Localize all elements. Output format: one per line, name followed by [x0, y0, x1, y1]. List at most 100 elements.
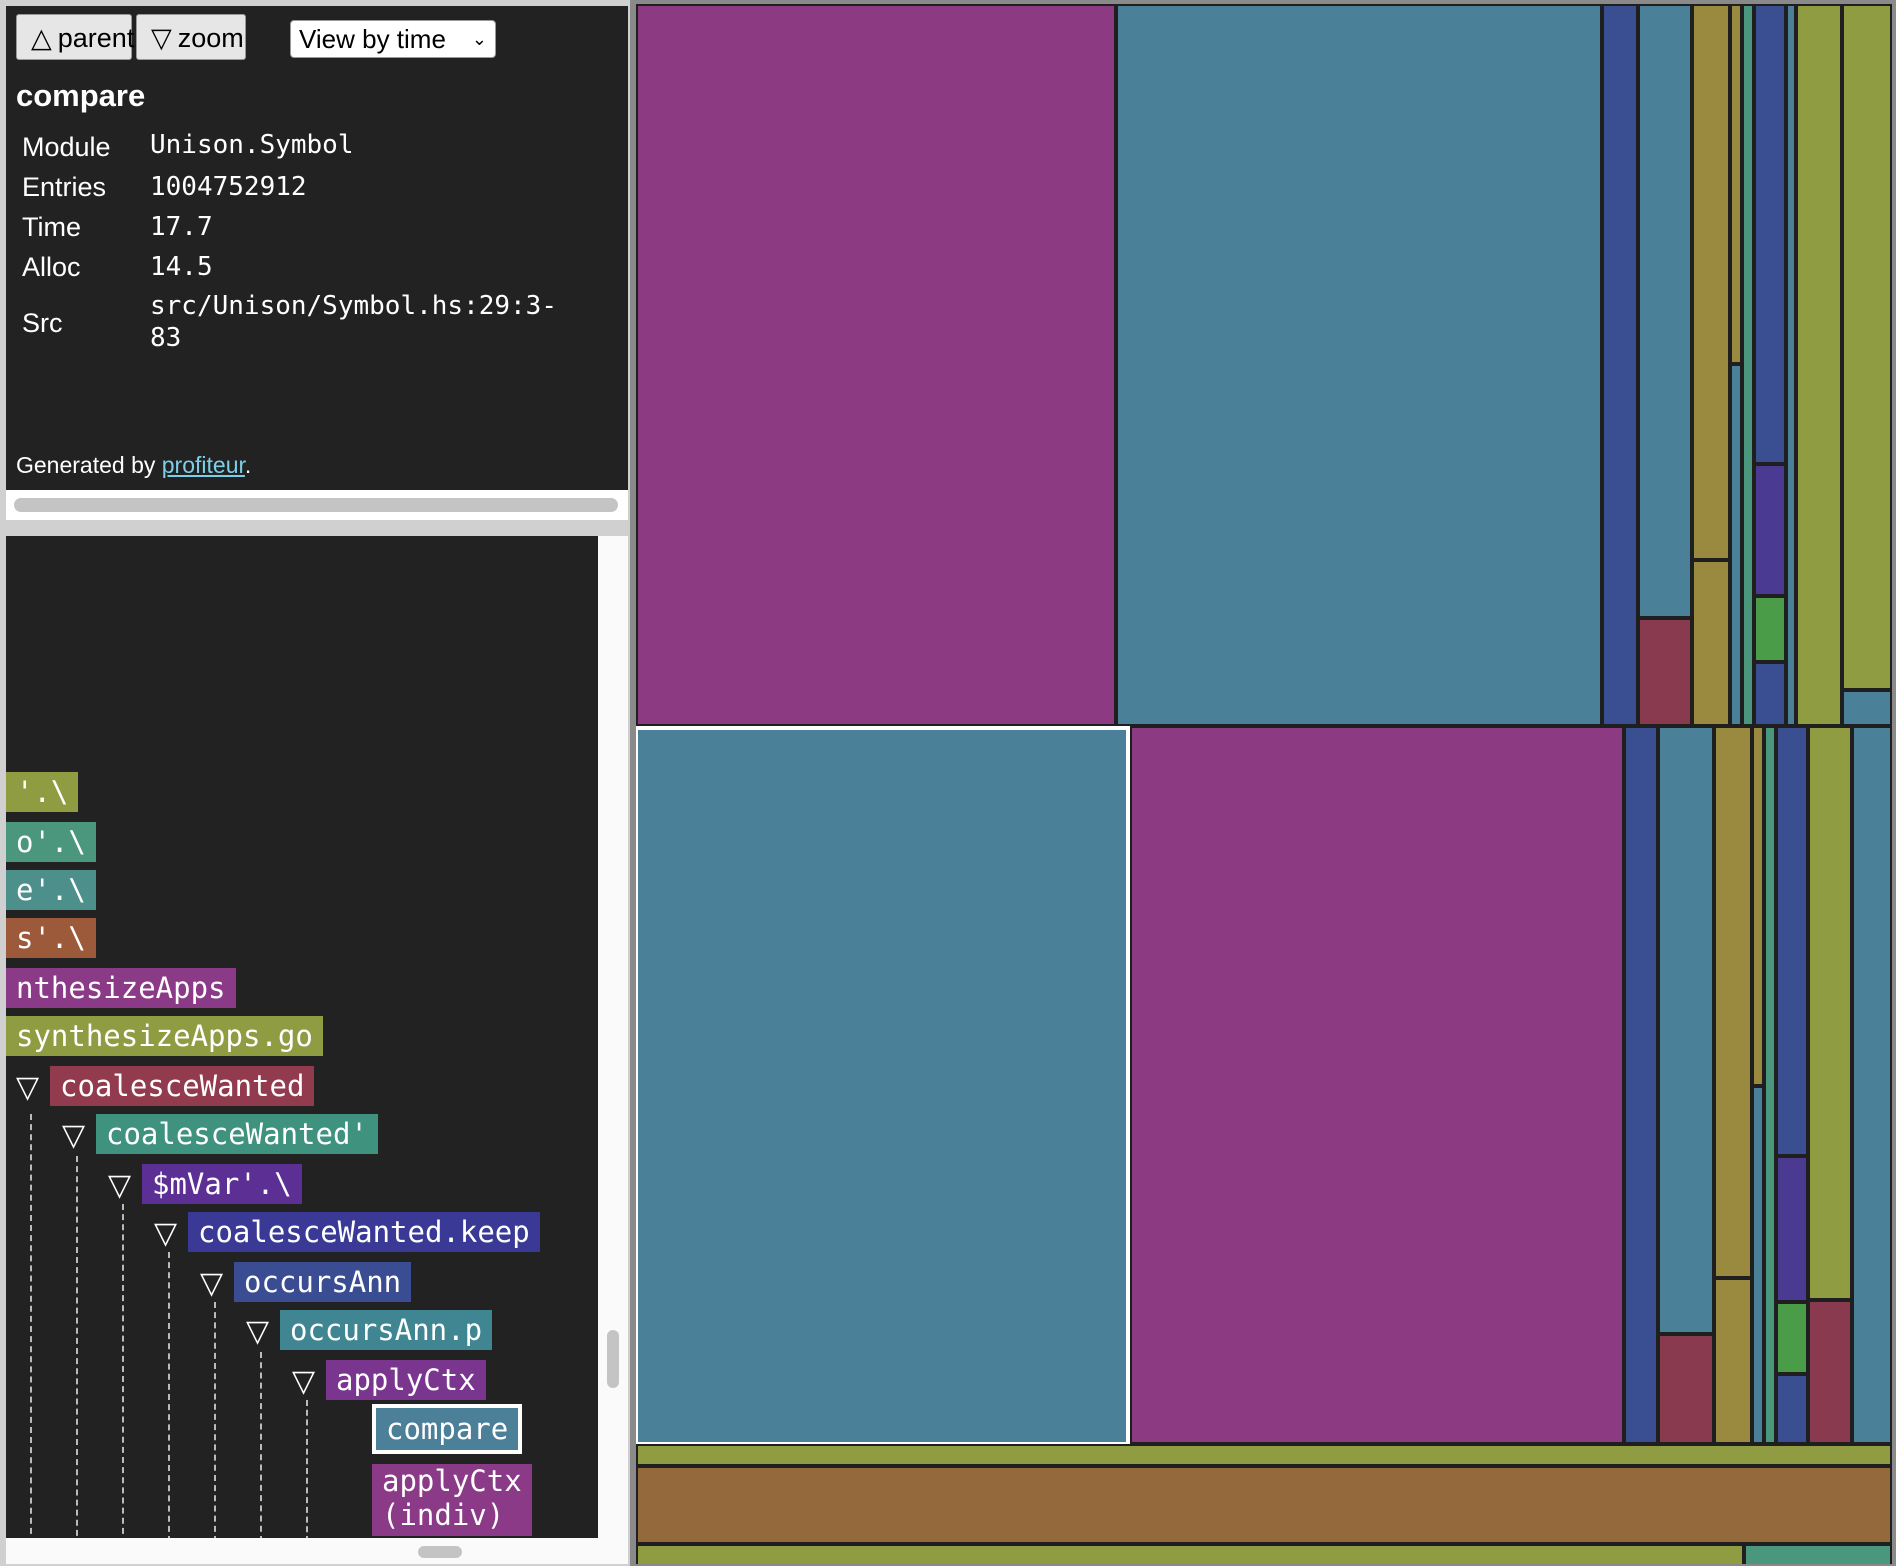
treemap-cell[interactable]: [636, 1544, 1744, 1564]
treemap-cell[interactable]: [1796, 4, 1842, 726]
tree-node[interactable]: nthesizeApps: [6, 968, 236, 1008]
tree-node-applyctx[interactable]: applyCtx: [326, 1360, 486, 1400]
treemap-cell[interactable]: [1776, 1156, 1808, 1302]
treemap-cell[interactable]: [1776, 1302, 1808, 1374]
info-value-src: src/Unison/Symbol.hs:29:3- 83: [150, 291, 557, 353]
info-value-module: Unison.Symbol: [150, 130, 354, 160]
parent-button-label: parent: [57, 23, 135, 53]
info-value-alloc: 14.5: [150, 252, 213, 282]
tree-guide-line: [260, 1352, 262, 1538]
profiteur-link[interactable]: profiteur: [162, 452, 245, 478]
info-label-module: Module: [22, 132, 111, 162]
treemap-cell[interactable]: [1754, 464, 1786, 596]
expand-toggle-icon[interactable]: ▽: [292, 1362, 315, 1402]
expand-toggle-icon[interactable]: ▽: [154, 1214, 177, 1254]
treemap-cell[interactable]: [1808, 1300, 1852, 1444]
tree-guide-line: [214, 1302, 216, 1538]
treemap-cell[interactable]: [1116, 4, 1602, 726]
treemap-cell[interactable]: [1692, 4, 1730, 560]
expand-toggle-icon[interactable]: ▽: [62, 1116, 85, 1156]
info-label-src: Src: [22, 308, 63, 338]
tree-vertical-scrollbar[interactable]: [598, 536, 628, 1538]
tree-guide-line: [76, 1156, 78, 1538]
treemap-cell[interactable]: [1714, 726, 1752, 1278]
expand-toggle-icon[interactable]: ▽: [200, 1264, 223, 1304]
view-select-value: View by time: [299, 24, 446, 54]
treemap: [636, 4, 1892, 1564]
chevron-down-icon: ⌄: [471, 29, 487, 49]
treemap-cell[interactable]: [1776, 1374, 1808, 1444]
treemap-cell[interactable]: [1658, 726, 1714, 1334]
scrollbar-thumb[interactable]: [14, 498, 618, 512]
treemap-cell[interactable]: [1130, 726, 1624, 1444]
treemap-cell[interactable]: [1764, 726, 1776, 1444]
info-horizontal-scrollbar[interactable]: [6, 490, 628, 520]
tree-guide-line: [30, 1114, 32, 1538]
treemap-cell[interactable]: [1852, 726, 1892, 1444]
tree-node[interactable]: s'.\: [6, 918, 96, 958]
call-tree: '.\ o'.\ e'.\ s'.\ nthesizeApps synthesi…: [6, 536, 598, 1538]
tree-node[interactable]: synthesizeApps.go: [6, 1016, 323, 1056]
tree-node-coalescewanted[interactable]: coalesceWanted: [50, 1066, 315, 1106]
tree-node[interactable]: e'.\: [6, 870, 96, 910]
tree-guide-line: [122, 1204, 124, 1538]
triangle-up-icon: △: [31, 23, 52, 53]
info-value-time: 17.7: [150, 212, 213, 242]
info-label-entries: Entries: [22, 172, 107, 202]
tree-node-compare-selected[interactable]: compare: [372, 1404, 523, 1454]
expand-toggle-icon[interactable]: ▽: [246, 1312, 269, 1352]
treemap-cell[interactable]: [636, 1466, 1892, 1544]
treemap-cell[interactable]: [1754, 596, 1786, 662]
treemap-cell[interactable]: [1638, 618, 1692, 726]
treemap-cell[interactable]: [1602, 4, 1638, 726]
tree-guide-line: [168, 1252, 170, 1538]
treemap-cell[interactable]: [1714, 1278, 1752, 1444]
tree-node-coalescewanted-keep[interactable]: coalesceWanted.keep: [188, 1212, 540, 1252]
treemap-cell[interactable]: [636, 1444, 1892, 1466]
treemap-cell[interactable]: [1692, 560, 1730, 726]
treemap-cell-compare-selected[interactable]: [636, 726, 1130, 1446]
treemap-cell[interactable]: [1754, 662, 1786, 726]
tree-node-occursann-p[interactable]: occursAnn.p: [280, 1310, 493, 1350]
scrollbar-thumb[interactable]: [418, 1546, 462, 1558]
treemap-cell[interactable]: [1730, 364, 1742, 726]
tree-node-occursann[interactable]: occursAnn: [234, 1262, 412, 1302]
expand-toggle-icon[interactable]: ▽: [108, 1166, 131, 1206]
info-panel: △ parent ▽ zoom View by time ⌄ compare Modu…: [6, 6, 628, 490]
zoom-button-label: zoom: [177, 23, 244, 53]
parent-button[interactable]: △ parent: [16, 14, 135, 60]
tree-horizontal-scrollbar[interactable]: [6, 1538, 628, 1564]
tree-node-mvar[interactable]: $mVar'.\: [142, 1164, 302, 1204]
generated-prefix: Generated by: [16, 452, 162, 478]
treemap-cell[interactable]: [1744, 1544, 1892, 1564]
generated-by: Generated by profiteur.: [16, 452, 251, 479]
info-label-time: Time: [22, 212, 81, 242]
treemap-cell[interactable]: [636, 4, 1116, 726]
treemap-cell[interactable]: [1752, 726, 1764, 1086]
treemap-cell[interactable]: [1786, 4, 1796, 726]
tree-guide-line: [306, 1400, 308, 1538]
treemap-cell[interactable]: [1624, 726, 1658, 1444]
treemap-cell[interactable]: [1730, 4, 1742, 364]
treemap-cell[interactable]: [1658, 1334, 1714, 1444]
info-value-entries: 1004752912: [150, 172, 307, 202]
left-panel: △ parent ▽ zoom View by time ⌄ compare Modu…: [0, 0, 630, 1566]
tree-node-coalescewanted-prime[interactable]: coalesceWanted': [96, 1114, 378, 1154]
treemap-cell[interactable]: [1808, 726, 1852, 1300]
treemap-cell[interactable]: [1776, 726, 1808, 1156]
tree-node-applyctx-indiv[interactable]: applyCtx (indiv): [372, 1464, 532, 1536]
zoom-button[interactable]: ▽ zoom: [136, 14, 246, 60]
tree-node[interactable]: o'.\: [6, 822, 96, 862]
view-select[interactable]: View by time ⌄: [290, 20, 496, 58]
treemap-cell[interactable]: [1742, 4, 1754, 726]
treemap-cell[interactable]: [1754, 4, 1786, 464]
expand-toggle-icon[interactable]: ▽: [16, 1068, 39, 1108]
tree-node[interactable]: '.\: [6, 772, 79, 812]
treemap-cell[interactable]: [1638, 4, 1692, 618]
info-title: compare: [16, 78, 146, 113]
scrollbar-thumb[interactable]: [607, 1330, 619, 1388]
treemap-cell[interactable]: [1842, 4, 1892, 690]
treemap-cell[interactable]: [1752, 1086, 1764, 1444]
info-label-alloc: Alloc: [22, 252, 81, 282]
treemap-cell[interactable]: [1842, 690, 1892, 726]
